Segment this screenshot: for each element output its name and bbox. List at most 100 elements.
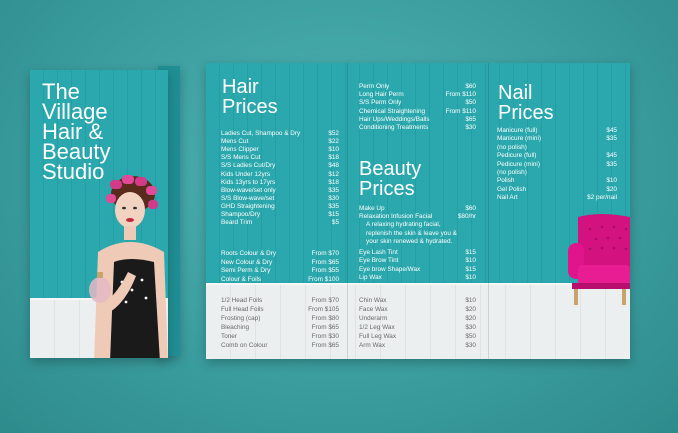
item-price: $22 (328, 138, 339, 146)
item-name: Relaxation Infusion Facial (359, 213, 433, 221)
item-name: Kids Under 12yrs (221, 170, 271, 178)
item-name: Full Head Foils (221, 306, 264, 313)
item-name: Pedicure (full) (497, 152, 537, 160)
list-item: 1/2 Head Foils From $70 (221, 297, 339, 305)
list-item: Pedicure (full) $45 (497, 152, 617, 160)
list-item: Eye brow Shape/Wax $15 (359, 266, 476, 274)
item-price: $60 (465, 83, 476, 90)
item-name: Frosting (cap) (221, 315, 261, 322)
description-text: replenish the skin & leave you & (366, 229, 457, 237)
list-item: Kids 13yrs to 17yrs $18 (221, 179, 339, 187)
list-item: Ladies Cut, Shampoo & Dry $52 (221, 130, 339, 138)
item-price: $35 (328, 186, 339, 194)
item-name: Blow-wave/set only (221, 186, 276, 194)
list-item: S/S Blow-wave/set $30 (221, 195, 339, 203)
item-name: S/S Perm Only (359, 99, 402, 107)
item-name: Chin Wax (359, 297, 387, 304)
list-item: New Colour & Dry From $65 (221, 259, 339, 267)
item-price: $48 (328, 162, 339, 170)
item-price: $20 (465, 306, 476, 313)
item-name: Eye brow Shape/Wax (359, 265, 421, 273)
item-price: $5 (331, 219, 339, 227)
item-name: Chemical Straightening (359, 107, 426, 115)
item-price: From $55 (311, 267, 339, 275)
item-price: $20 (606, 185, 617, 193)
description-text: your skin renewed & hydrated. (366, 237, 453, 245)
list-item: (no polish) (497, 144, 617, 152)
item-name: Polish (497, 177, 515, 185)
list-item: Conditioning Treatments $30 (359, 124, 476, 132)
list-item: Semi Perm & Dry From $55 (221, 267, 339, 275)
item-price: $12 (328, 170, 339, 178)
item-price: From $65 (311, 258, 339, 266)
item-name: S/S Blow-wave/set (221, 194, 275, 202)
item-price: $2 per/nail (587, 194, 617, 202)
item-price: $50 (465, 99, 476, 107)
item-price: $15 (465, 265, 476, 273)
item-name: Pedicure (mini) (497, 160, 540, 168)
list-item: Polish $10 (497, 177, 617, 185)
item-price: From $110 (445, 107, 476, 115)
item-name: Ladies Cut, Shampoo & Dry (221, 130, 301, 137)
item-price: From $80 (311, 315, 339, 322)
list-item: Chin Wax $10 (359, 297, 476, 305)
item-price: $30 (465, 324, 476, 331)
list-item: Comb on Colour From $65 (221, 342, 339, 350)
list-item: Manicure (full) $45 (497, 127, 617, 135)
item-price: From $70 (311, 250, 339, 257)
item-name: Mens Cut (221, 138, 249, 146)
nail-heading: Nail Prices (498, 83, 554, 123)
item-price: $35 (606, 135, 617, 143)
item-name: 1/2 Leg Wax (359, 324, 395, 331)
item-name: Roots Colour & Dry (221, 250, 277, 257)
list-item: Mens Clipper $10 (221, 146, 339, 154)
item-price: $18 (328, 154, 339, 162)
list-item: Relaxation Infusion Facial $80/hr (359, 213, 476, 221)
list-item: S/S Mens Cut $18 (221, 154, 339, 162)
item-name: Conditioning Treatments (359, 124, 429, 131)
item-price: $35 (606, 160, 617, 168)
item-price: From $110 (445, 91, 476, 99)
item-price: $35 (328, 202, 339, 210)
item-name: Toner (221, 333, 237, 340)
nail-heading-line1: Nail (498, 82, 533, 104)
item-price: $18 (328, 178, 339, 186)
list-item: Make Up $60 (359, 205, 476, 213)
item-price: $80/hr (457, 213, 476, 221)
list-item: Roots Colour & Dry From $70 (221, 250, 339, 258)
item-price: $50 (465, 333, 476, 340)
list-item: Full Leg Wax $50 (359, 333, 476, 341)
list-item: S/S Perm Only $50 (359, 99, 476, 107)
facial-description-line: replenish the skin & leave you & (359, 230, 476, 238)
item-name: Hair Ups/Weddings/Balls (359, 115, 430, 123)
item-price: $52 (328, 130, 339, 137)
item-name: Comb on Colour (221, 342, 268, 349)
facial-description-line: A relaxing hydrating facial, (359, 221, 476, 229)
hair-heading: Hair Prices (222, 77, 278, 117)
item-name: Beard Trim (221, 219, 253, 227)
item-price: $10 (465, 297, 476, 304)
list-item: Toner From $30 (221, 333, 339, 341)
item-price: $10 (606, 177, 617, 185)
item-price: $10 (465, 274, 476, 282)
item-price: $65 (465, 115, 476, 123)
item-name: Manicure (full) (497, 127, 538, 134)
list-item: Chemical Straightening From $110 (359, 108, 476, 116)
item-price: $45 (606, 152, 617, 160)
list-item: Perm Only $60 (359, 83, 476, 91)
list-item: Pedicure (mini) $35 (497, 161, 617, 169)
item-name: Face Wax (359, 306, 388, 313)
item-name: Underarm (359, 315, 388, 322)
list-item: Frosting (cap) From $80 (221, 315, 339, 323)
item-name: Bleaching (221, 324, 250, 331)
list-item: Eye Lash Tint $15 (359, 249, 476, 257)
item-name: New Colour & Dry (221, 258, 273, 266)
item-name: Shampoo/Dry (221, 211, 261, 218)
item-price: $15 (465, 249, 476, 256)
beauty-heading: Beauty Prices (359, 159, 421, 199)
item-price: From $30 (311, 333, 339, 340)
item-price: From $65 (311, 324, 339, 331)
list-item: Colour & Foils From $100 (221, 276, 339, 284)
item-name: (no polish) (497, 169, 527, 176)
list-item: Long Hair Perm From $110 (359, 91, 476, 99)
